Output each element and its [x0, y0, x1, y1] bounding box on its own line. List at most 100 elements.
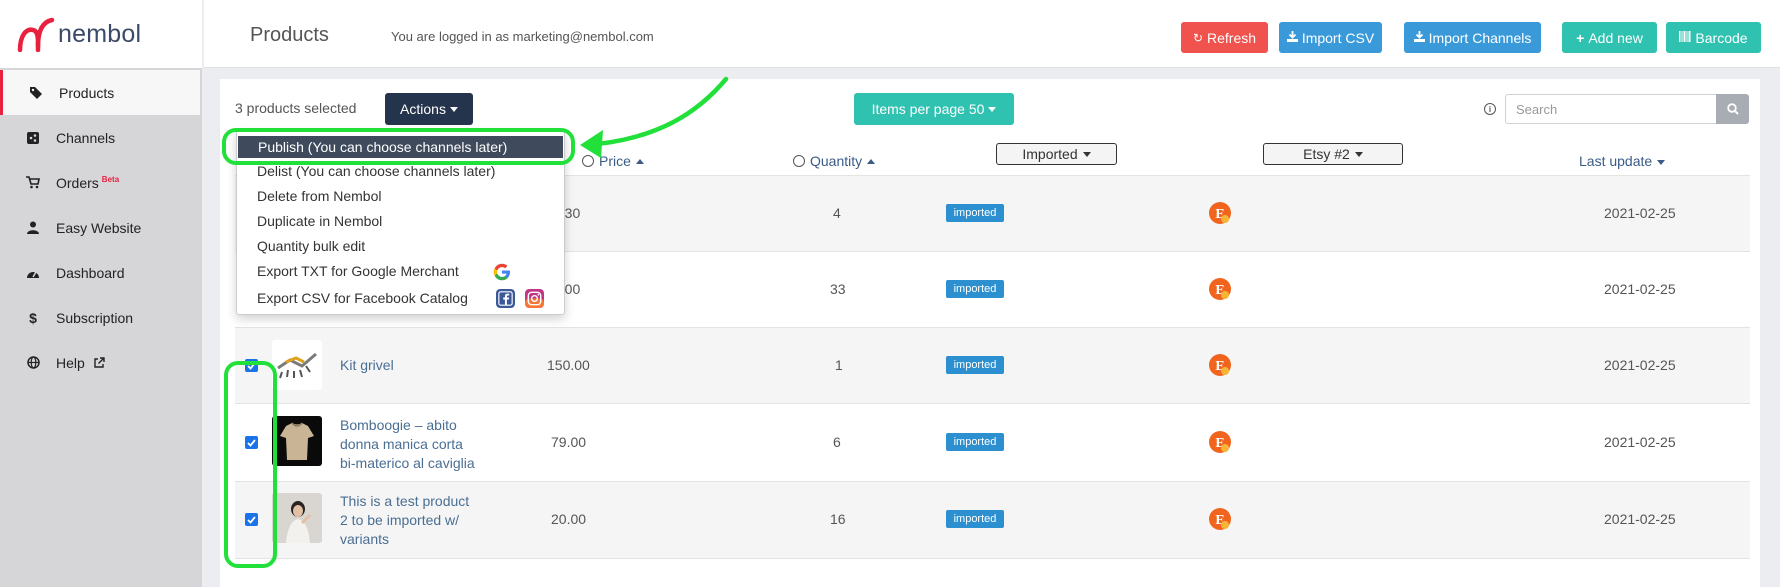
search-icon: [1726, 103, 1739, 115]
status-badge: imported: [946, 510, 1004, 528]
sidebar-item-label: Orders: [56, 174, 99, 191]
etsy-icon: E: [1209, 508, 1231, 530]
status-badge: imported: [946, 356, 1004, 374]
import-csv-button[interactable]: Import CSV: [1279, 22, 1382, 53]
sort-asc-icon: [867, 158, 876, 164]
dollar-icon: $: [29, 309, 37, 326]
dashboard-icon: [26, 266, 40, 280]
date-cell: 2021-02-25: [1604, 281, 1676, 297]
barcode-button[interactable]: Barcode: [1666, 22, 1761, 53]
price-cell: 150.00: [547, 357, 590, 373]
annotation-highlight-publish: [222, 128, 575, 165]
product-name-link[interactable]: Kit grivel: [340, 356, 394, 375]
etsy-channel-dropdown[interactable]: Etsy #2: [1263, 143, 1403, 165]
plus-icon: +: [1576, 29, 1585, 46]
status-badge: imported: [946, 280, 1004, 298]
sidebar-item-label: Dashboard: [56, 264, 125, 281]
instagram-icon: [525, 289, 544, 308]
barcode-icon: [1679, 30, 1691, 45]
column-header-quantity[interactable]: Quantity: [793, 153, 876, 169]
status-badge: imported: [946, 433, 1004, 451]
external-link-icon: [94, 356, 105, 368]
etsy-icon: E: [1209, 202, 1231, 224]
refresh-button[interactable]: ↻ Refresh: [1181, 22, 1268, 53]
facebook-icon: [496, 289, 515, 308]
cart-icon: [26, 176, 40, 190]
sidebar-item-label: Products: [59, 84, 115, 101]
date-cell: 2021-02-25: [1604, 205, 1676, 221]
globe-icon: [26, 356, 40, 370]
sidebar-item-label: Subscription: [56, 309, 134, 326]
sidebar-item-channels[interactable]: Channels: [0, 115, 200, 160]
sidebar-item-subscription[interactable]: $ Subscription: [0, 295, 200, 340]
caret-down-icon: [988, 106, 997, 112]
sidebar-item-dashboard[interactable]: Dashboard: [0, 250, 200, 295]
info-icon[interactable]: i: [1484, 103, 1496, 115]
date-cell: 2021-02-25: [1604, 434, 1676, 450]
selected-count: 3 products selected: [235, 100, 357, 116]
quantity-cell: 16: [830, 511, 846, 527]
sidebar: nembol Products Channels Orders Beta Easy…: [0, 0, 202, 587]
nembol-logo-icon: [17, 17, 55, 52]
price-cell: 79.00: [551, 434, 587, 450]
items-per-page-button[interactable]: Items per page 50: [854, 93, 1014, 125]
menu-item-export-google-merchant[interactable]: Export TXT for Google Merchant: [237, 260, 564, 282]
product-name-link[interactable]: This is a test product 2 to be imported …: [340, 492, 469, 549]
info-icon: [582, 155, 594, 167]
date-cell: 2021-02-25: [1604, 511, 1676, 527]
google-icon: [493, 263, 510, 281]
table-row[interactable]: Kit grivel 150.00 1 imported E 2021-02-2…: [235, 328, 1750, 403]
sidebar-item-easy-website[interactable]: Easy Website: [0, 205, 200, 250]
etsy-icon: E: [1209, 278, 1231, 300]
search-input[interactable]: [1505, 94, 1716, 124]
product-name-link[interactable]: Bomboogie – abito donna manica corta bi-…: [340, 416, 475, 473]
sidebar-item-orders[interactable]: Orders Beta: [0, 160, 200, 205]
menu-item-duplicate[interactable]: Duplicate in Nembol: [237, 210, 564, 232]
info-icon: [793, 155, 805, 167]
top-header: Products You are logged in as marketing@…: [204, 0, 1780, 68]
table-divider: [235, 558, 1750, 559]
product-thumbnail[interactable]: [272, 416, 322, 466]
sort-desc-icon: [1657, 159, 1666, 165]
actions-button[interactable]: Actions: [385, 93, 473, 125]
product-thumbnail[interactable]: [272, 340, 322, 390]
menu-item-delete[interactable]: Delete from Nembol: [237, 185, 564, 207]
status-badge: imported: [946, 204, 1004, 222]
share-icon: [26, 131, 40, 145]
login-info: You are logged in as marketing@nembol.co…: [391, 29, 654, 44]
sidebar-item-label: Channels: [56, 129, 116, 146]
caret-down-icon: [449, 106, 458, 112]
logo-text: nembol: [58, 19, 142, 48]
search-button[interactable]: [1716, 94, 1749, 124]
download-icon: [1286, 30, 1298, 45]
menu-item-quantity-bulk-edit[interactable]: Quantity bulk edit: [237, 235, 564, 257]
sidebar-item-help[interactable]: Help: [0, 340, 200, 385]
sidebar-item-products[interactable]: Products: [0, 70, 200, 115]
sidebar-item-label: Easy Website: [56, 219, 142, 236]
sidebar-item-label: Help: [56, 354, 85, 371]
table-row[interactable]: This is a test product 2 to be imported …: [235, 482, 1750, 558]
sort-asc-icon: [635, 158, 644, 164]
sidebar-nav: Products Channels Orders Beta Easy Websit…: [0, 70, 200, 385]
quantity-cell: 1: [835, 357, 843, 373]
caret-down-icon: [1082, 151, 1091, 157]
download-icon: [1413, 30, 1425, 45]
quantity-cell: 6: [833, 434, 841, 450]
page-title: Products: [250, 24, 329, 46]
table-row[interactable]: Bomboogie – abito donna manica corta bi-…: [235, 404, 1750, 481]
product-thumbnail[interactable]: [272, 493, 322, 543]
etsy-icon: E: [1209, 431, 1231, 453]
annotation-highlight-checkboxes: [224, 361, 277, 568]
column-header-last-update[interactable]: Last update: [1579, 153, 1666, 169]
nembol-logo[interactable]: nembol: [0, 0, 202, 68]
caret-down-icon: [1354, 151, 1363, 157]
imported-filter-dropdown[interactable]: Imported: [996, 143, 1117, 165]
column-header-price[interactable]: Price: [582, 153, 644, 169]
price-cell: 20.00: [551, 511, 587, 527]
add-new-button[interactable]: + Add new: [1562, 22, 1657, 53]
etsy-icon: E: [1209, 354, 1231, 376]
refresh-icon: ↻: [1192, 30, 1204, 45]
beta-badge: Beta: [101, 174, 120, 184]
import-channels-button[interactable]: Import Channels: [1404, 22, 1541, 53]
date-cell: 2021-02-25: [1604, 357, 1676, 373]
